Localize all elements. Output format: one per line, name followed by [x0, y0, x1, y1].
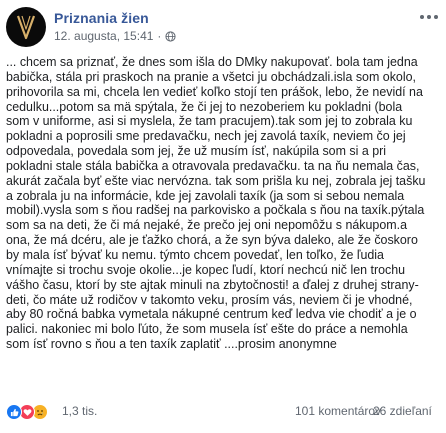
post-footer: 1,3 tis. 101 komentárov 26 zdieľaní	[6, 400, 440, 422]
post-header: Priznania žien 12. augusta, 15:41 ·	[6, 5, 440, 47]
post-text-line: vnímajte si trochu svoje okolie...je kop…	[6, 262, 406, 277]
post-text-line: mobil).vysla som s ňou radšej na parkovi…	[6, 203, 425, 218]
page-avatar[interactable]	[6, 7, 46, 47]
post-text-line: ona, že má dcéru, ale je ťažko chorá, a …	[6, 233, 418, 248]
post-text-line: aby 80 ročná babka vymetala nákupné cent…	[6, 307, 417, 322]
post-timestamp[interactable]: 12. augusta, 15:41	[54, 29, 153, 43]
more-dot-icon	[427, 15, 431, 19]
post-text-line: palici. nakoniec mi bolo ľúto, že som mu…	[6, 322, 408, 337]
like-icon	[6, 404, 22, 420]
more-options-button[interactable]	[418, 9, 440, 25]
post-text-line: by mala ísť bývať ku nemu. týmto chcem p…	[6, 247, 384, 262]
post-text-line: pokladni a poprosili sme predavačku, nec…	[6, 129, 406, 144]
reaction-count[interactable]: 1,3 tis.	[62, 404, 97, 418]
page-name-link[interactable]: Priznania žien	[54, 10, 149, 26]
post-text-line: som ísť rovno s ňou a ten taxík zaplatiť…	[6, 337, 337, 352]
post-text-line: deti, čo máte už rodičov v takomto veku,…	[6, 292, 413, 307]
post-body: ... chcem sa priznať, že dnes som išla d…	[6, 55, 438, 352]
post-text-line: cedulku...potom sa mä spýtala, že či jej…	[6, 99, 403, 114]
comments-count-link[interactable]: 101 komentárov	[295, 404, 381, 418]
page-logo-icon	[16, 15, 36, 40]
post-text-line: a zobrala ju na informácie, kde jej zavo…	[6, 188, 405, 203]
post-text-line: akurát začala byť ešte viac nervózna. ta…	[6, 173, 426, 188]
post-text-line: pokladni stale stála babička a otravoval…	[6, 158, 420, 173]
post-text-line: som sa na deti, že či má nejaké, že preč…	[6, 218, 407, 233]
post-text-line: som v uniforme, asi si myslela, že tam p…	[6, 114, 413, 129]
post-text-line: odpovedala, povedala som jej, že už musí…	[6, 144, 387, 159]
post-text-line: prihovorila sa mi, chcela len vedieť koľ…	[6, 84, 423, 99]
globe-icon	[165, 30, 177, 42]
meta-separator: ·	[157, 29, 162, 43]
post-text-line: vášho času, ktorí by ste ajtak minuli na…	[6, 277, 419, 292]
shares-count-link[interactable]: 26 zdieľaní	[373, 404, 432, 418]
post-text-line: ... chcem sa priznať, že dnes som išla d…	[6, 55, 418, 69]
reactions-summary[interactable]	[6, 404, 48, 420]
more-dot-icon	[434, 15, 438, 19]
post-meta: 12. augusta, 15:41 ·	[54, 29, 177, 43]
more-dot-icon	[420, 15, 424, 19]
post-text-line: babička, stála pri praskoch na pranie a …	[6, 69, 416, 84]
